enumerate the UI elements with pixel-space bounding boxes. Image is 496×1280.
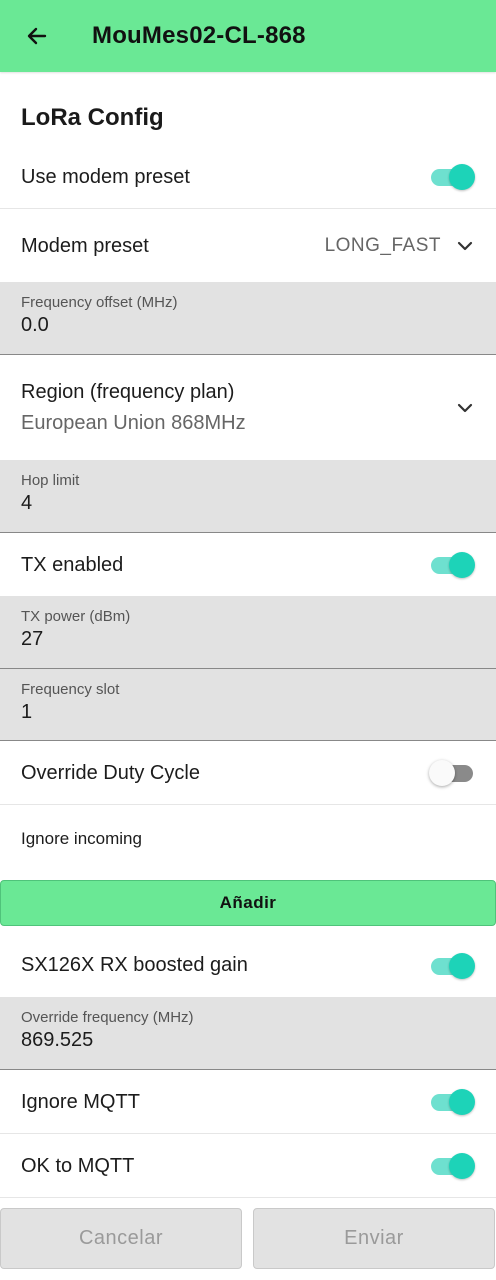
ok-to-mqtt-label: OK to MQTT xyxy=(21,1154,135,1177)
use-modem-preset-label: Use modem preset xyxy=(21,165,190,188)
hop-limit-label: Hop limit xyxy=(21,472,80,489)
frequency-slot-field[interactable]: Frequency slot 1 xyxy=(0,669,496,741)
chevron-down-icon[interactable] xyxy=(455,398,475,418)
override-duty-cycle-label: Override Duty Cycle xyxy=(21,761,200,784)
override-frequency-label: Override frequency (MHz) xyxy=(21,1009,194,1026)
tx-power-label: TX power (dBm) xyxy=(21,608,131,625)
frequency-slot-label: Frequency slot xyxy=(21,681,120,698)
override-duty-cycle-row[interactable]: Override Duty Cycle xyxy=(0,742,496,805)
chevron-down-icon[interactable] xyxy=(455,236,475,256)
ignore-incoming-row: Ignore incoming xyxy=(0,806,496,872)
section-title: LoRa Config xyxy=(21,104,164,131)
ignore-incoming-label: Ignore incoming xyxy=(21,829,142,848)
frequency-offset-label: Frequency offset (MHz) xyxy=(21,294,178,311)
frequency-offset-field[interactable]: Frequency offset (MHz) 0.0 xyxy=(0,282,496,355)
add-button[interactable]: Añadir xyxy=(0,880,496,926)
send-button[interactable]: Enviar xyxy=(253,1208,495,1269)
region-value: European Union 868MHz xyxy=(21,412,246,434)
hop-limit-value[interactable]: 4 xyxy=(21,492,475,515)
tx-power-field[interactable]: TX power (dBm) 27 xyxy=(0,596,496,669)
sx126x-gain-label: SX126X RX boosted gain xyxy=(21,954,248,976)
override-frequency-value[interactable]: 869.525 xyxy=(21,1029,475,1052)
hop-limit-field[interactable]: Hop limit 4 xyxy=(0,460,496,533)
cancel-button[interactable]: Cancelar xyxy=(0,1208,242,1269)
override-duty-cycle-switch[interactable] xyxy=(429,760,475,786)
modem-preset-dropdown[interactable]: Modem preset LONG_FAST xyxy=(0,210,496,282)
tx-enabled-label: TX enabled xyxy=(21,553,124,576)
use-modem-preset-switch[interactable] xyxy=(429,164,475,190)
ignore-mqtt-switch[interactable] xyxy=(429,1089,475,1115)
region-dropdown[interactable]: Region (frequency plan) European Union 8… xyxy=(0,356,496,460)
tx-enabled-switch[interactable] xyxy=(429,552,475,578)
frequency-offset-value[interactable]: 0.0 xyxy=(21,314,475,337)
page-title: MouMes02-CL-868 xyxy=(92,22,306,49)
ignore-mqtt-row[interactable]: Ignore MQTT xyxy=(0,1071,496,1134)
ignore-mqtt-label: Ignore MQTT xyxy=(21,1090,140,1113)
tx-enabled-row[interactable]: TX enabled xyxy=(0,534,496,596)
override-frequency-field[interactable]: Override frequency (MHz) 869.525 xyxy=(0,997,496,1070)
region-label: Region (frequency plan) xyxy=(21,381,235,403)
sx126x-gain-switch[interactable] xyxy=(429,952,475,979)
ok-to-mqtt-switch[interactable] xyxy=(429,1153,475,1179)
back-arrow-icon[interactable] xyxy=(22,21,52,51)
use-modem-preset-row[interactable]: Use modem preset xyxy=(0,146,496,209)
modem-preset-label: Modem preset xyxy=(21,234,149,257)
ok-to-mqtt-row[interactable]: OK to MQTT xyxy=(0,1135,496,1198)
modem-preset-value: LONG_FAST xyxy=(324,235,441,256)
frequency-slot-value[interactable]: 1 xyxy=(21,701,475,724)
app-bar: MouMes02-CL-868 xyxy=(0,0,496,72)
sx126x-gain-row[interactable]: SX126X RX boosted gain xyxy=(0,934,496,997)
tx-power-value[interactable]: 27 xyxy=(21,628,475,651)
